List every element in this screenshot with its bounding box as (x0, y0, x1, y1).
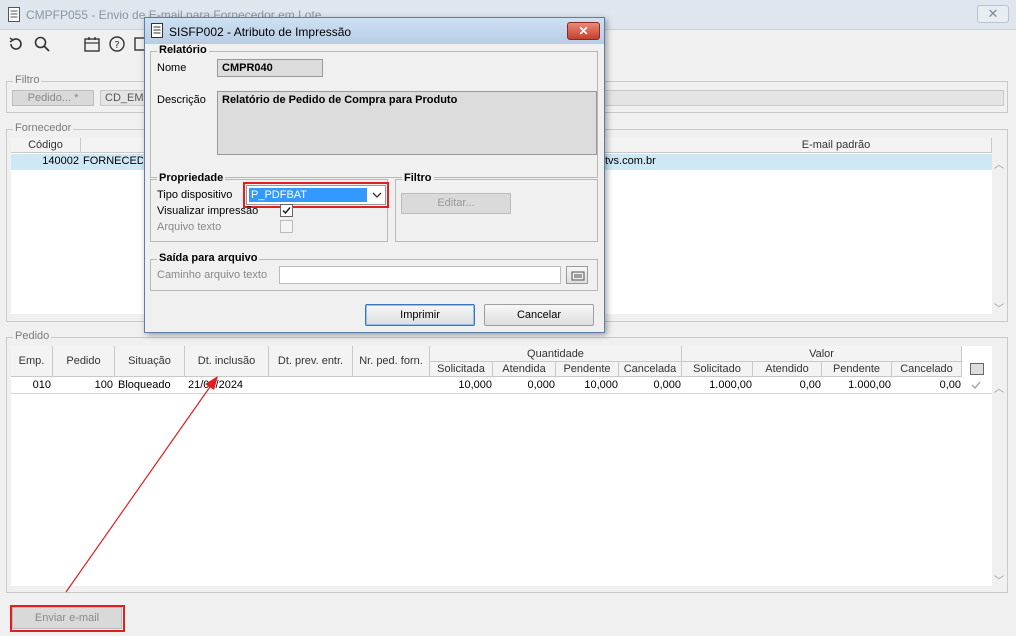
imprimir-button[interactable]: Imprimir (365, 304, 475, 326)
atributo-impressao-dialog: SISFP002 - Atributo de Impressão ✕ Relat… (144, 17, 605, 333)
saida-arquivo-group-label: Saída para arquivo (157, 252, 260, 264)
visualizar-impressao-checkbox[interactable] (280, 204, 293, 217)
dialog-close-button[interactable]: ✕ (567, 22, 600, 40)
browse-file-button[interactable] (566, 266, 588, 284)
propriedade-group-label: Propriedade (157, 172, 226, 184)
editar-filtro-button[interactable]: Editar... (401, 193, 511, 214)
cancelar-button[interactable]: Cancelar (484, 304, 594, 326)
relatorio-group-label: Relatório (157, 44, 209, 56)
dialog-titlebar: SISFP002 - Atributo de Impressão ✕ (145, 18, 604, 44)
caminho-arquivo-label: Caminho arquivo texto (157, 269, 268, 281)
dialog-title: SISFP002 - Atributo de Impressão (169, 25, 352, 39)
dialog-filtro-group-label: Filtro (402, 172, 434, 184)
nome-label: Nome (157, 62, 187, 74)
document-icon (151, 23, 163, 41)
highlight-box-tipo-dispositivo (243, 182, 389, 208)
visualizar-impressao-label: Visualizar impressão (157, 205, 259, 217)
tipo-dispositivo-label: Tipo dispositivo (157, 189, 233, 201)
descricao-label: Descrição (157, 94, 206, 106)
arquivo-texto-label: Arquivo texto (157, 221, 222, 233)
descricao-field: Relatório de Pedido de Compra para Produ… (217, 91, 597, 155)
caminho-arquivo-input[interactable] (279, 266, 561, 284)
folder-icon (571, 270, 585, 284)
nome-field: CMPR040 (217, 59, 323, 77)
arquivo-texto-checkbox[interactable] (280, 220, 293, 233)
